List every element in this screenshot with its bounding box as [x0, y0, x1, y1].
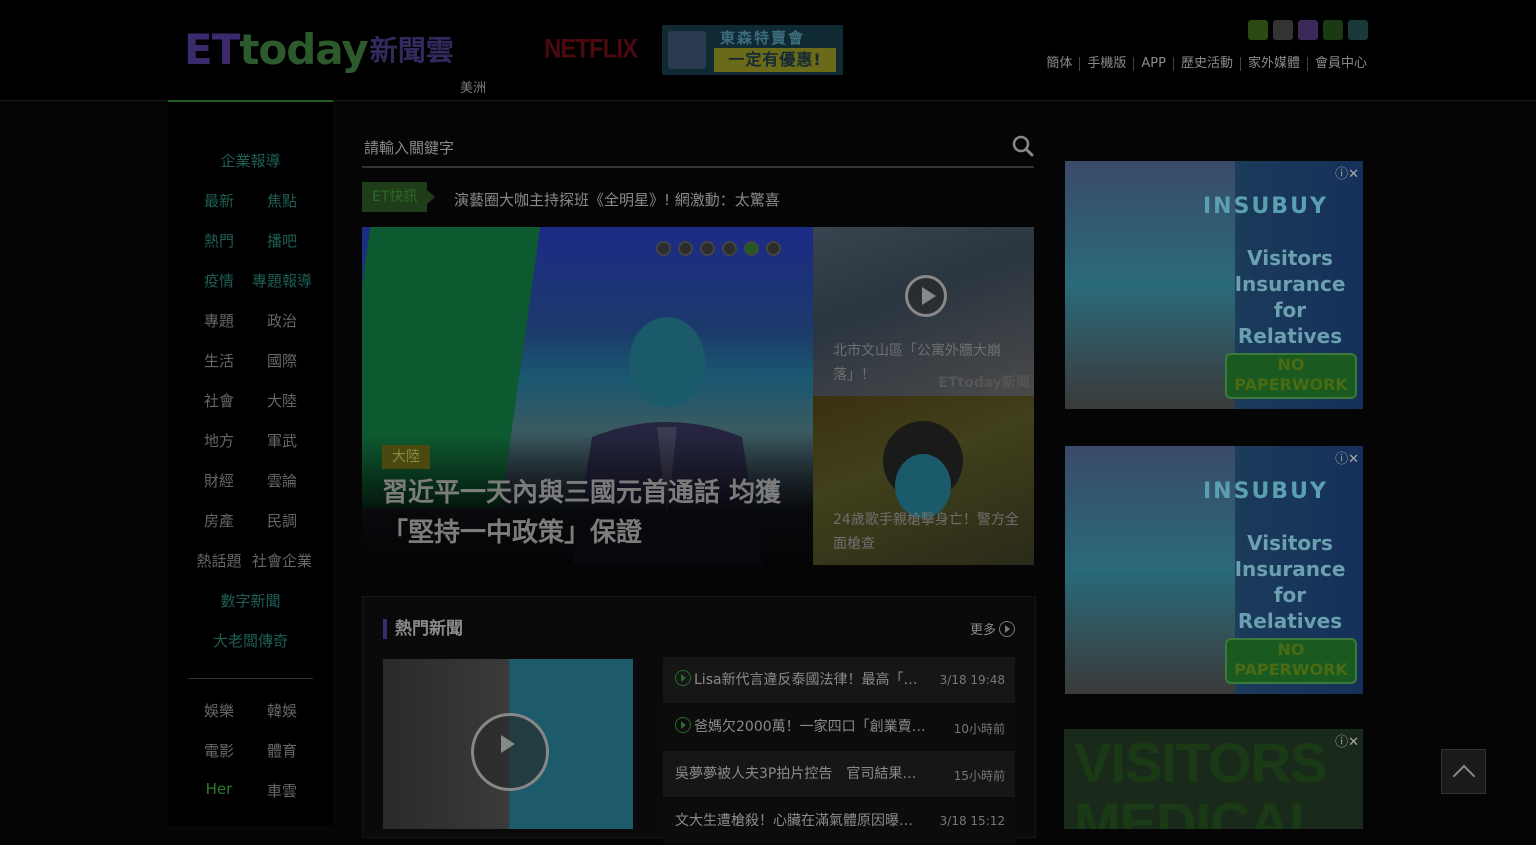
nav-politics[interactable]: 政治: [248, 310, 316, 331]
hot-news-list: Lisa新代言違反泰國法律！最高「… 3/18 19:48 爸媽欠2000萬！一…: [663, 657, 1015, 845]
list-item[interactable]: 文大生遭槍殺！心臟在滿氣體原因曝… 3/18 15:12: [663, 798, 1015, 844]
nav-social-enterprise[interactable]: 社會企業: [248, 550, 316, 571]
line-icon[interactable]: [1348, 20, 1368, 40]
slide-dot[interactable]: [700, 241, 715, 256]
list-item-date: 15小時前: [953, 769, 1005, 783]
hero-category-tag[interactable]: 大陸: [382, 445, 430, 469]
ad-close-icon[interactable]: ⓘ✕: [1335, 731, 1359, 750]
video-icon: [675, 717, 691, 733]
search-bar[interactable]: 請輸入關鍵字: [362, 131, 1034, 168]
promo-line1: 東森特賣會: [720, 29, 806, 47]
breaking-news-ticker: ET快訊 演藝圈大咖主持探班《全明星》! 網激動：太驚喜: [362, 182, 1034, 214]
promo-line2: 一定有優惠!: [714, 48, 836, 72]
side-story-2-caption[interactable]: 24歲歌手親槍擊身亡！警方全面槍查: [833, 508, 1023, 556]
promo-banner[interactable]: 東森特賣會 一定有優惠!: [662, 25, 843, 75]
ad-button[interactable]: NO PAPERWORK: [1225, 353, 1357, 399]
list-item-date: 3/18 15:12: [939, 814, 1005, 828]
hero-headline[interactable]: 習近平一天內與三國元首通話 均獲「堅持一中政策」保證: [382, 473, 797, 553]
nav-opinion[interactable]: 雲論: [248, 470, 316, 491]
nav-member-center[interactable]: 會員中心: [1306, 57, 1367, 71]
netflix-banner[interactable]: NETFLIX: [544, 35, 638, 66]
nav-mobile[interactable]: 手機版: [1079, 57, 1133, 71]
youtube-icon[interactable]: [1273, 20, 1293, 40]
slide-dot[interactable]: [678, 241, 693, 256]
nav-podcast[interactable]: 播吧: [248, 230, 316, 251]
list-item-date: 10小時前: [953, 722, 1005, 736]
nav-app[interactable]: APP: [1133, 57, 1173, 71]
slide-dot-active[interactable]: [744, 241, 759, 256]
nav-korean-ent[interactable]: 韓娛: [248, 700, 316, 721]
slide-dot[interactable]: [766, 241, 781, 256]
nav-numeric-news[interactable]: 數字新聞: [168, 590, 333, 611]
hot-news-thumbnail[interactable]: [383, 659, 633, 829]
side-story-2[interactable]: 24歲歌手親槍擊身亡！警方全面槍查: [813, 396, 1034, 565]
gift-box-icon: [668, 31, 706, 69]
slide-dot[interactable]: [722, 241, 737, 256]
play-icon[interactable]: [471, 713, 549, 791]
list-item-date: 3/18 19:48: [939, 673, 1005, 687]
list-item[interactable]: 爸媽欠2000萬！一家四口「創業賣… 10小時前: [663, 704, 1015, 750]
site-header: ET today 新聞雲 美洲 NETFLIX 東森特賣會 一定有優惠! 簡体 …: [0, 0, 1536, 101]
hot-news-title: 熱門新聞: [383, 619, 463, 639]
nav-mainland[interactable]: 大陸: [248, 390, 316, 411]
nav-international[interactable]: 國際: [248, 350, 316, 371]
list-item[interactable]: Lisa新代言違反泰國法律！最高「… 3/18 19:48: [663, 657, 1015, 703]
ad-logo: INSUBUY: [1203, 478, 1328, 504]
ad-headline: VISITORS MEDICAL: [1074, 731, 1327, 830]
social-links: [1248, 20, 1368, 40]
breaking-news-headline[interactable]: 演藝圈大咖主持探班《全明星》! 網激動：太驚喜: [454, 189, 780, 210]
ad-close-icon[interactable]: ⓘ✕: [1335, 163, 1359, 182]
rss-icon[interactable]: [1323, 20, 1343, 40]
back-to-top-button[interactable]: [1441, 749, 1486, 794]
play-icon[interactable]: [905, 275, 947, 317]
nav-special-report[interactable]: 專題報導: [248, 270, 316, 291]
watermark: ETtoday新聞: [938, 375, 1030, 391]
list-item-title: Lisa新代言違反泰國法律！最高「…: [694, 672, 918, 688]
nav-military[interactable]: 軍武: [248, 430, 316, 451]
breaking-news-tag: ET快訊: [362, 182, 436, 212]
search-icon[interactable]: [1012, 135, 1034, 157]
hero-slide[interactable]: 大陸 習近平一天內與三國元首通話 均獲「堅持一中政策」保證: [362, 227, 813, 565]
nav-enterprise[interactable]: 企業報導: [168, 150, 333, 171]
arrow-circle-icon: [999, 620, 1015, 637]
search-input[interactable]: 請輸入關鍵字: [364, 137, 454, 158]
side-story-1[interactable]: 北市文山區「公寓外牆大崩落」！ ETtoday新聞: [813, 227, 1034, 396]
nav-focus[interactable]: 焦點: [248, 190, 316, 211]
list-item[interactable]: 吳夢夢被人夫3P拍片控告 官司結果… 15小時前: [663, 751, 1015, 797]
nav-simplified[interactable]: 簡体: [1039, 57, 1079, 71]
list-item-title: 文大生遭槍殺！心臟在滿氣體原因曝…: [675, 813, 913, 829]
list-item-title: 吳夢夢被人夫3P拍片控告 官司結果…: [675, 766, 917, 782]
nav-divider: [188, 678, 313, 679]
ad-logo: INSUBUY: [1203, 193, 1328, 219]
video-icon: [675, 670, 691, 686]
ad-banner-3[interactable]: VISITORS MEDICAL ⓘ✕: [1064, 729, 1363, 829]
nav-sports[interactable]: 體育: [248, 740, 316, 761]
ad-button[interactable]: NO PAPERWORK: [1225, 638, 1357, 684]
ad-close-icon[interactable]: ⓘ✕: [1335, 448, 1359, 467]
more-label: 更多: [969, 623, 996, 638]
list-item-title: 爸媽欠2000萬！一家四口「創業賣…: [694, 719, 926, 735]
top-nav: 簡体 手機版 APP 歷史活動 家外媒體 會員中心: [1039, 57, 1367, 71]
nav-boss-legend[interactable]: 大老闆傳奇: [168, 630, 333, 651]
nav-cars[interactable]: 車雲: [248, 780, 316, 801]
ad-banner-2[interactable]: INSUBUY Visitors Insurance for Relatives…: [1065, 446, 1363, 694]
nav-outdoor-media[interactable]: 家外媒體: [1239, 57, 1307, 71]
more-link[interactable]: 更多: [970, 619, 1015, 638]
edition-label[interactable]: 美洲: [460, 77, 486, 96]
nav-history-events[interactable]: 歷史活動: [1172, 57, 1240, 71]
logo-cloud-text: 新聞雲: [369, 34, 454, 67]
logo-et-text: ET: [184, 24, 240, 74]
ad-banner-1[interactable]: INSUBUY Visitors Insurance for Relatives…: [1065, 161, 1363, 409]
slide-dot[interactable]: [656, 241, 671, 256]
logo-today-text: today: [239, 24, 368, 74]
slide-dots: [656, 241, 781, 256]
nav-polls[interactable]: 民調: [248, 510, 316, 531]
instagram-icon[interactable]: [1298, 20, 1318, 40]
facebook-icon[interactable]: [1248, 20, 1268, 40]
category-sidebar: 企業報導 最新 焦點 熱門 播吧 疫情 專題報導 專題 政治 生活 國際 社會 …: [168, 100, 333, 826]
hot-news-panel: 熱門新聞 更多 Lisa新代言違反泰國法律！最高「… 3/18 19:48 爸媽…: [362, 596, 1036, 844]
site-logo[interactable]: ET today 新聞雲: [184, 24, 454, 74]
